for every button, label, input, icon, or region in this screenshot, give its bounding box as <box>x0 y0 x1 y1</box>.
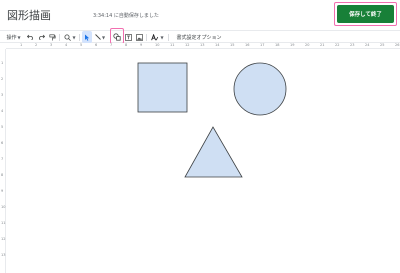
paint-format-icon <box>48 33 56 40</box>
drawing-toolbar: 操作 ▼ ▼ ▼ ▼ 書式設定オプション <box>0 30 400 43</box>
image-icon <box>135 33 143 41</box>
ruler-tick-label: 7 <box>1 157 4 161</box>
ruler-tick-label: 12 <box>1 237 6 241</box>
ruler-tick-label: 21 <box>320 43 325 47</box>
ruler-tick-label: 5 <box>80 43 83 47</box>
chevron-down-icon: ▼ <box>101 34 106 40</box>
ruler-tick-label: 26 <box>395 43 400 47</box>
redo-button[interactable] <box>36 31 46 43</box>
word-art-button[interactable]: ▼ <box>150 31 165 43</box>
chevron-down-icon: ▼ <box>17 34 21 40</box>
ruler-tick-label: 10 <box>1 205 6 209</box>
format-options-button[interactable]: 書式設定オプション <box>172 31 226 43</box>
undo-button[interactable] <box>25 31 35 43</box>
shape-tool-button[interactable] <box>112 31 122 43</box>
drawing-title: 図形描画 <box>7 9 51 22</box>
ruler-tick-label: 2 <box>35 43 38 47</box>
ruler-tick-label: 9 <box>140 43 143 47</box>
toolbar-divider <box>59 34 60 41</box>
textbox-tool-button[interactable] <box>123 31 133 43</box>
ruler-tick-label: 1 <box>20 43 23 47</box>
ruler-tick-label: 17 <box>260 43 265 47</box>
ruler-tick-label: 4 <box>65 43 68 47</box>
header-bar: 図形描画 3:34:14 に自動保存しました 保存して終了 <box>0 0 400 30</box>
ruler-tick-label: 10 <box>155 43 160 47</box>
toolbar-divider <box>79 34 80 41</box>
ruler-tick-label: 8 <box>1 173 4 177</box>
ruler-tick-label: 12 <box>185 43 190 47</box>
zoom-icon <box>64 34 72 41</box>
ruler-tick-label: 2 <box>1 77 4 81</box>
triangle-shape[interactable] <box>184 126 243 178</box>
toolbar-divider <box>146 34 147 41</box>
ruler-tick-label: 11 <box>1 221 6 225</box>
ruler-tick-label: 3 <box>50 43 53 47</box>
square-shape[interactable] <box>137 62 188 113</box>
ruler-tick-label: 7 <box>110 43 113 47</box>
image-tool-button[interactable] <box>134 31 144 43</box>
actions-menu-label: 操作 <box>6 34 17 41</box>
line-tool-button[interactable]: ▼ <box>93 31 107 43</box>
select-tool-button[interactable] <box>82 31 92 43</box>
ruler-tick-label: 11 <box>170 43 175 47</box>
ruler-tick-label: 13 <box>200 43 205 47</box>
select-icon <box>85 34 90 41</box>
autosave-status: 3:34:14 に自動保存しました <box>93 13 159 19</box>
chevron-down-icon: ▼ <box>160 34 164 40</box>
zoom-button[interactable]: ▼ <box>63 31 77 43</box>
word-art-icon <box>151 33 159 40</box>
drawing-canvas[interactable] <box>6 49 400 273</box>
ruler-tick-label: 5 <box>1 125 4 129</box>
ruler-tick-label: 16 <box>245 43 250 47</box>
circle-shape[interactable] <box>233 62 287 116</box>
save-and-close-button[interactable]: 保存して終了 <box>337 5 394 23</box>
toolbar-divider <box>168 34 169 41</box>
redo-icon <box>38 34 45 40</box>
ruler-tick-label: 13 <box>1 253 6 257</box>
ruler-tick-label: 19 <box>290 43 295 47</box>
ruler-tick-label: 18 <box>275 43 280 47</box>
textbox-icon <box>124 33 132 41</box>
ruler-tick-label: 22 <box>335 43 340 47</box>
chevron-down-icon: ▼ <box>72 34 76 40</box>
ruler-tick-label: 14 <box>215 43 220 47</box>
ruler-tick-label: 6 <box>95 43 98 47</box>
ruler-tick-label: 4 <box>1 109 4 113</box>
ruler-tick-label: 8 <box>125 43 128 47</box>
ruler-tick-label: 20 <box>305 43 310 47</box>
ruler-tick-label: 25 <box>380 43 385 47</box>
ruler-tick-label: 23 <box>350 43 355 47</box>
undo-icon <box>26 34 33 40</box>
ruler-tick-label: 24 <box>365 43 370 47</box>
shape-icon <box>113 33 121 41</box>
ruler-tick-label: 3 <box>1 93 4 97</box>
ruler-tick-label: 15 <box>230 43 235 47</box>
actions-menu[interactable]: 操作 ▼ <box>5 31 22 43</box>
line-icon <box>95 34 101 40</box>
ruler-tick-label: 6 <box>1 141 4 145</box>
ruler-tick-label: 1 <box>1 61 4 65</box>
paint-format-button[interactable] <box>47 31 57 43</box>
ruler-tick-label: 9 <box>1 189 4 193</box>
format-options-label: 書式設定オプション <box>176 34 222 41</box>
